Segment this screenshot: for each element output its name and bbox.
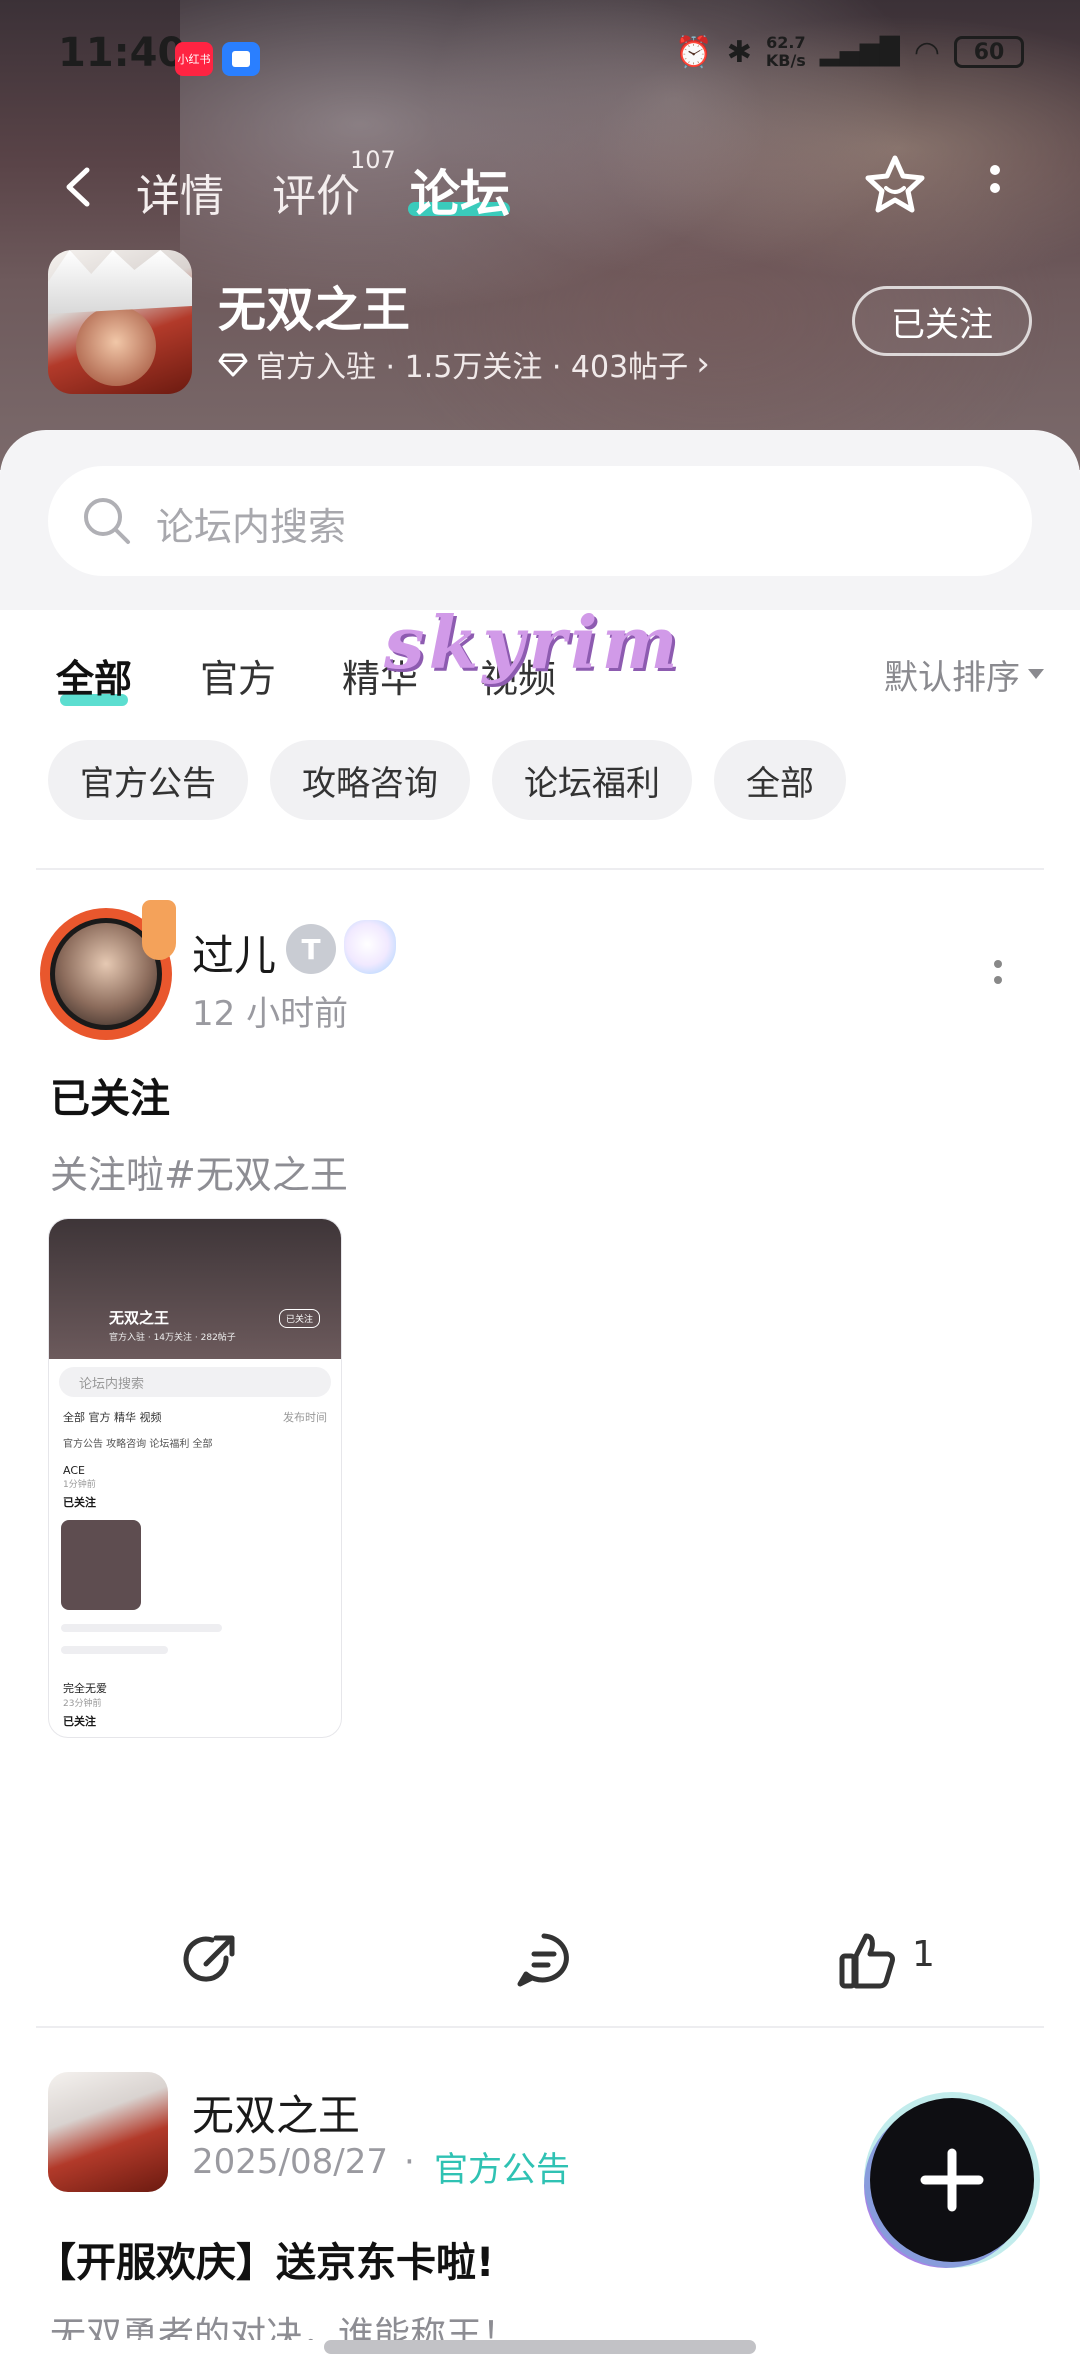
signal-icon: ▂▄▆█ [819, 37, 900, 67]
chip-guides[interactable]: 攻略咨询 [270, 740, 470, 820]
post-actions: 1 [0, 1900, 1080, 2020]
sort-dropdown[interactable]: 默认排序 [884, 650, 1044, 699]
wifi-icon: ◠ [913, 34, 940, 70]
level-badge-icon: T [286, 924, 336, 974]
tab-forum[interactable]: 论坛 [410, 154, 510, 226]
status-bar: 11:40 小红书 ⏰ ✱ 62.7 KB/s ▂▄▆█ ◠ 60 [0, 0, 1080, 120]
back-arrow-icon[interactable] [55, 162, 105, 212]
comment-icon[interactable] [512, 1928, 576, 1992]
bluetooth-icon: ✱ [726, 34, 752, 70]
avatar-frame-badge-icon [142, 900, 176, 960]
game-info: 无双之王 官方入驻 · 1.5万关注 · 403帖子 › 已关注 [0, 250, 1080, 400]
plus-icon [920, 2148, 984, 2212]
battery-icon: 60 [954, 36, 1024, 68]
post-title: 已关注 [50, 1076, 170, 1122]
game-title: 无双之王 [218, 282, 411, 338]
chip-welfare[interactable]: 论坛福利 [492, 740, 692, 820]
divider [36, 868, 1044, 870]
post-more-icon[interactable] [990, 956, 1006, 996]
filter-tab-official[interactable]: 官方 [200, 648, 276, 703]
filter-tab-all[interactable]: 全部 [56, 648, 132, 703]
unicorn-badge-icon [344, 920, 396, 974]
game-meta-text: 官方入驻 · 1.5万关注 · 403帖子 [256, 350, 689, 385]
status-icons: ⏰ ✱ 62.7 KB/s ▂▄▆█ ◠ 60 [675, 34, 1024, 70]
game-header: 11:40 小红书 ⏰ ✱ 62.7 KB/s ▂▄▆█ ◠ 60 详情 评价 1… [0, 0, 1080, 470]
search-input[interactable]: 论坛内搜索 [48, 466, 1032, 576]
xiaohongshu-icon: 小红书 [175, 42, 213, 76]
review-count-badge: 107 [350, 146, 396, 174]
caret-down-icon [1028, 668, 1044, 679]
net-speed: 62.7 KB/s [765, 33, 806, 70]
category-chips: 官方公告 攻略咨询 论坛福利 全部 [0, 740, 1080, 830]
chip-announcements[interactable]: 官方公告 [48, 740, 248, 820]
search-icon [84, 498, 130, 544]
post-preview-text: 无双勇者的对决，谁能称王！ [50, 2315, 519, 2340]
post-date: 2025/08/27 [192, 2142, 388, 2182]
post-author[interactable]: 过儿 [192, 922, 276, 983]
post-title: 【开服欢庆】送京东卡啦! [36, 2240, 495, 2286]
post-text: 关注啦#无双之王 [50, 1153, 348, 1197]
post-image[interactable]: 无双之王 官方入驻 · 14万关注 · 282帖子 已关注 论坛内搜索 全部 官… [48, 1218, 342, 1738]
search-section: 论坛内搜索 [0, 430, 1080, 610]
create-post-button[interactable] [870, 2098, 1034, 2262]
post-author[interactable]: 无双之王 [192, 2082, 360, 2143]
avatar[interactable] [48, 2072, 168, 2192]
like-icon[interactable] [836, 1928, 900, 1992]
top-nav: 详情 评价 107 论坛 [0, 140, 1080, 240]
more-options-icon[interactable] [980, 160, 1010, 210]
post-image-header: 无双之王 官方入驻 · 14万关注 · 282帖子 已关注 [49, 1219, 341, 1359]
favorite-star-icon[interactable] [860, 150, 930, 220]
watermark-text: skyrim [384, 600, 682, 685]
chip-all[interactable]: 全部 [714, 740, 846, 820]
divider [36, 2026, 1044, 2028]
chevron-right-icon: › [696, 344, 710, 384]
tab-details[interactable]: 详情 [136, 160, 224, 224]
home-indicator[interactable] [324, 2340, 756, 2354]
status-time: 11:40 [58, 30, 186, 76]
share-icon[interactable] [178, 1928, 242, 1992]
sort-label: 默认排序 [884, 658, 1020, 698]
post-time: 12 小时前 [192, 994, 349, 1034]
game-icon[interactable] [48, 250, 192, 394]
search-placeholder: 论坛内搜索 [156, 505, 347, 549]
post-category-tag[interactable]: 官方公告 [434, 2142, 570, 2191]
diamond-icon [218, 353, 248, 377]
app-notification-icon [222, 42, 260, 76]
like-count: 1 [912, 1934, 935, 1975]
separator-dot: · [404, 2142, 415, 2182]
game-meta[interactable]: 官方入驻 · 1.5万关注 · 403帖子 › [218, 342, 710, 386]
alarm-icon: ⏰ [675, 34, 713, 70]
follow-button[interactable]: 已关注 [852, 286, 1032, 356]
tab-reviews[interactable]: 评价 [272, 160, 360, 224]
